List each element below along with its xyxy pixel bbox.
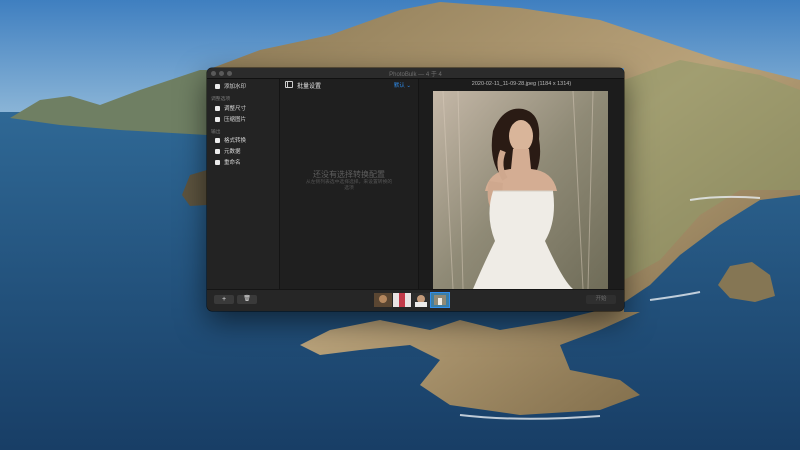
batch-settings-panel: 批量设置 默认 ⌄ 还没有选择转换配置 从左侧列表选中选择选择，来设置转换的选项 (280, 79, 419, 289)
start-button[interactable]: 开始 (586, 295, 616, 304)
sidebar-item-label: 元数据 (224, 149, 241, 155)
preview-filename: 2020-02-11_11-09-28.jpeg (1184 x 1314) (471, 81, 572, 87)
sidebar-item-resize[interactable]: 调整尺寸 (215, 104, 246, 112)
sidebar-item-rename[interactable]: 重命名 (215, 158, 241, 166)
delete-image-button[interactable]: 🗑 (237, 295, 257, 304)
title-bar[interactable]: PhotoBulk — 4 于 4 (207, 68, 624, 79)
empty-state-subtitle: 从左侧列表选中选择选择，来设置转换的选项 (305, 180, 393, 191)
thumbnail-1[interactable] (374, 293, 392, 307)
sidebar-item-label: 重命名 (224, 160, 241, 166)
settings-header: 批量设置 默认 ⌄ (280, 79, 418, 90)
window-title: PhotoBulk — 4 于 4 (389, 72, 442, 78)
sidebar-item-compress[interactable]: 压缩图片 (215, 115, 246, 123)
trash-icon: 🗑 (243, 296, 251, 302)
metadata-checkbox[interactable] (215, 148, 220, 154)
settings-title: 批量设置 (297, 83, 322, 90)
sidebar-item-format[interactable]: 格式转换 (215, 136, 246, 144)
thumbnail-2[interactable] (393, 293, 411, 307)
resize-checkbox[interactable] (215, 105, 220, 111)
sidebar-item-metadata[interactable]: 元数据 (215, 147, 241, 155)
watermark-checkbox[interactable] (215, 83, 220, 89)
add-image-button[interactable]: + (214, 295, 234, 304)
sidebar-item-label: 添加水印 (224, 84, 247, 90)
sidebar-group-label: 调整选项 (211, 97, 231, 102)
sidebar-item-label: 压缩图片 (224, 117, 247, 123)
compress-checkbox[interactable] (215, 116, 220, 122)
bottom-toolbar: + 🗑 开始 (207, 289, 624, 311)
preview-image (433, 91, 608, 289)
format-checkbox[interactable] (215, 137, 220, 143)
sidebar-item-watermark[interactable]: 添加水印 (215, 82, 246, 90)
thumbnail-3[interactable] (412, 293, 430, 307)
sidebar: 添加水印 调整选项 调整尺寸 压缩图片 输出 格式转换 元数据 重命名 (207, 79, 280, 289)
sidebar-item-label: 调整尺寸 (224, 106, 247, 112)
sidebar-item-label: 格式转换 (224, 138, 247, 144)
preset-dropdown[interactable]: 默认 ⌄ (394, 81, 411, 89)
preview-panel: 2020-02-11_11-09-28.jpeg (1184 x 1314) (419, 79, 624, 289)
empty-state-title: 还没有选择转换配置 (313, 170, 385, 179)
photobulk-window: PhotoBulk — 4 于 4 添加水印 调整选项 调整尺寸 压缩图片 输出… (207, 68, 624, 311)
sidebar-toggle-icon[interactable] (285, 81, 293, 88)
thumbnail-strip (374, 292, 450, 308)
sidebar-group-label: 输出 (211, 130, 221, 135)
thumbnail-4[interactable] (430, 292, 450, 308)
rename-checkbox[interactable] (215, 159, 220, 165)
